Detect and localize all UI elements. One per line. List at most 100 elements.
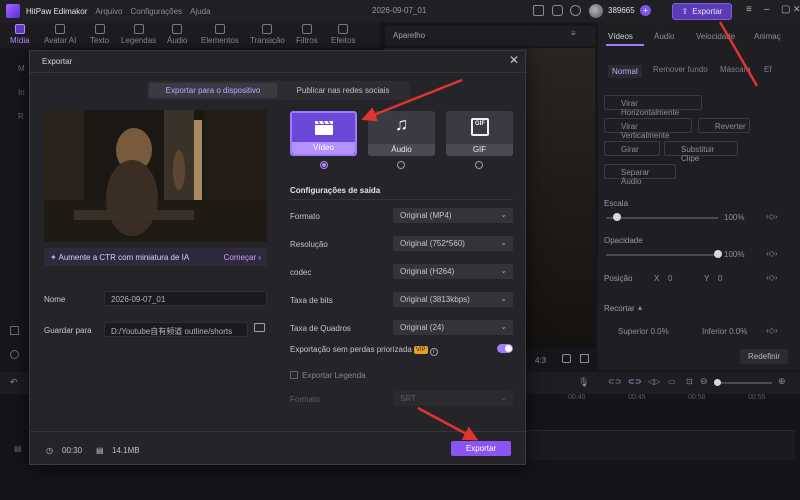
tool-elementos[interactable]: Elementos [201,24,239,45]
subtab-mascara[interactable]: Máscara [720,65,751,74]
download-icon[interactable] [570,5,581,16]
format-video-radio[interactable] [320,161,328,169]
tool-texto[interactable]: Texto [90,24,109,45]
maximize-icon[interactable]: ▢ [781,4,790,15]
crop-top-value[interactable]: Superior 0.0% [618,327,669,336]
crop-collapse-icon[interactable]: ▴ [638,303,642,312]
output-settings-title: Configurações de saída [290,186,381,195]
title-bar: HitPaw Edimakor Arquivo Configurações Aj… [0,0,800,22]
top-export-button[interactable]: ⇪ Exportar [672,3,732,20]
scale-value[interactable]: 100% [724,213,744,222]
microphone-icon[interactable]: 🎙 [578,377,589,388]
pos-x-input[interactable]: 0 [668,274,672,283]
tool-audio[interactable]: Áudio [167,24,187,45]
left-strip-icon[interactable] [10,326,19,335]
save-to-label: Guardar para [44,326,92,335]
flip-horizontal-button[interactable]: Virar Horizontalmente [604,95,702,117]
aspect-ratio[interactable]: 4:3 [535,356,546,365]
crop-bottom-value[interactable]: Inferior 0.0% [702,327,747,336]
snap-icon[interactable]: ⊂⊃ [628,377,641,386]
format-video-card[interactable]: Vídeo [290,111,357,156]
close-window-icon[interactable]: ✕ [793,4,800,15]
crop-keyframe-icon[interactable]: ‹◇› [766,326,777,335]
start-link[interactable]: Começar › [224,253,261,262]
track-lock-icon[interactable]: ▤ [14,444,22,453]
minimize-icon[interactable]: – [764,4,770,15]
menu-icon[interactable]: ≡ [746,4,752,15]
tool-midia[interactable]: Mídia [10,24,30,45]
preview-menu-icon[interactable]: ≡ [571,29,576,38]
folder-icon[interactable] [254,323,265,332]
reverse-button[interactable]: Reverter [698,118,750,133]
resolution-select[interactable]: Original (752*560) ⌄ [393,236,513,251]
ai-thumbnail-banner[interactable]: ✦ Aumente a CTR com miniatura de IA Come… [44,248,267,266]
framerate-select[interactable]: Original (24) ⌄ [393,320,513,335]
format-audio-radio[interactable] [397,161,405,169]
left-strip-item: R [18,112,24,121]
position-keyframe-icon[interactable]: ‹◇› [766,273,777,282]
pos-y-input[interactable]: 0 [718,274,722,283]
fit-icon[interactable]: ⊡ [686,377,693,386]
link-icon[interactable]: ⊂⊃ [608,377,621,386]
split-icon[interactable]: ◁▷ [648,377,660,386]
subtab-normal[interactable]: Normal [608,65,642,78]
tab-animacao[interactable]: Animaç [754,32,781,41]
flip-vertical-button[interactable]: Virar Verticalmente [604,118,692,140]
zoom-in-icon[interactable]: ⊕ [778,376,786,387]
scale-slider-knob[interactable] [613,213,622,221]
framerate-label: Taxa de Quadros [290,324,351,333]
tab-velocidade[interactable]: Velocidade [696,32,735,41]
subtab-remover-fundo[interactable]: Remover fundo [653,65,708,74]
export-subtitle-checkbox[interactable] [290,371,298,379]
subtab-efeitos[interactable]: Ef [764,65,772,74]
tab-publish-social[interactable]: Publicar nas redes sociais [279,83,407,98]
replace-clip-button[interactable]: Substituir Clipe [664,141,738,163]
save-path-input[interactable]: D:/Youtube自有频道 outline/shorts [104,322,248,337]
tab-audio[interactable]: Áudio [654,32,674,41]
opacity-slider[interactable] [606,254,718,256]
snapshot-icon[interactable] [562,354,571,363]
opacity-value[interactable]: 100% [724,250,744,259]
subtitle-format-label: Formato [290,395,320,404]
info-icon[interactable]: i [429,348,438,356]
scale-slider[interactable] [606,217,718,219]
lossless-export-toggle[interactable] [497,344,513,353]
tool-transicao[interactable]: Transição [250,24,285,45]
bitrate-select[interactable]: Original (3813kbps) ⌄ [393,292,513,307]
opacity-slider-knob[interactable] [714,250,722,258]
rotate-button[interactable]: Girar [604,141,660,156]
format-gif-radio[interactable] [475,161,483,169]
tab-export-device[interactable]: Exportar para o dispositivo [149,83,277,98]
format-audio-card[interactable]: ♫ Áudio [368,111,435,156]
add-coins-icon[interactable]: + [640,5,651,16]
marker-icon[interactable]: ▭ [668,377,676,386]
undo-icon[interactable]: ↶ [10,377,18,388]
avatar[interactable] [589,4,603,18]
menu-arquivo[interactable]: Arquivo [95,7,122,16]
format-gif-card[interactable]: GIF GIF [446,111,513,156]
tool-filtros[interactable]: Filtros [296,24,318,45]
format-select[interactable]: Original (MP4) ⌄ [393,208,513,223]
zoom-out-icon[interactable]: ⊖ [700,376,708,387]
opacity-keyframe-icon[interactable]: ‹◇› [766,249,777,258]
zoom-slider[interactable] [714,382,772,384]
close-icon[interactable]: ✕ [509,53,519,67]
left-strip-icon[interactable] [10,350,19,359]
name-input[interactable]: 2026-09-07_01 [104,291,267,306]
separate-audio-button[interactable]: Separar Áudio [604,164,676,186]
codec-select[interactable]: Original (H264) ⌄ [393,264,513,279]
menu-ajuda[interactable]: Ajuda [190,7,210,16]
tool-avatar-ai[interactable]: Avatar AI [44,24,76,45]
tool-efeitos[interactable]: Efeitos [331,24,355,45]
clock-icon: ◷ [46,446,53,455]
fullscreen-icon[interactable] [580,354,589,363]
tab-videos[interactable]: Vídeos [608,32,633,41]
feedback-icon[interactable] [552,5,563,16]
scale-keyframe-icon[interactable]: ‹◇› [766,212,777,221]
menu-configuracoes[interactable]: Configurações [130,7,182,16]
export-button[interactable]: Exportar [451,441,511,456]
layout-icon[interactable] [533,5,544,16]
zoom-slider-knob[interactable] [714,379,721,386]
tool-legendas[interactable]: Legendas [121,24,156,45]
reset-button[interactable]: Redefinir [740,349,788,364]
